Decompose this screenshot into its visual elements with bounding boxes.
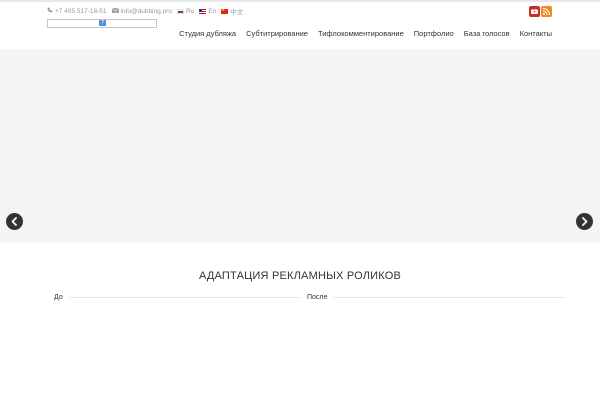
after-column-header: После [307,294,566,301]
chevron-right-icon [582,217,588,226]
slider-next-button[interactable] [576,213,593,230]
us-flag-icon [199,8,207,14]
nav-item-portfolio[interactable]: Портфолио [414,29,454,38]
nav-item-contacts[interactable]: Контакты [520,29,552,38]
language-en[interactable]: En [199,8,216,15]
contact-info: +7 495 517-18-51 info@dubbing.pro Ru En … [47,6,248,16]
section-title: АДАПТАЦИЯ РЕКЛАМНЫХ РОЛИКОВ [198,270,402,282]
mail-icon [111,7,119,15]
language-label: En [208,7,217,15]
logo-placeholder-icon: ? [99,20,106,26]
rss-icon[interactable] [541,6,552,17]
phone-icon [47,7,53,15]
language-cn[interactable]: 中文 [221,6,243,16]
nav-item-subtitling[interactable]: Субтитрирование [246,29,308,38]
slider-prev-button[interactable] [6,213,23,230]
chevron-left-icon [11,217,17,226]
nav-item-voice-database[interactable]: База голосов [464,29,510,38]
ru-flag-icon [176,8,184,14]
email-link[interactable]: info@dubbing.pro [121,8,172,15]
language-label: Ru [185,7,195,15]
hero-slider [0,49,600,243]
divider [68,297,300,298]
language-ru[interactable]: Ru [176,7,195,15]
site-logo[interactable]: ? [47,19,157,28]
main-nav: Студия дубляжа Субтитрирование Тифлокомм… [169,29,552,38]
youtube-icon[interactable] [529,6,540,17]
before-column-header: До [54,294,300,301]
phone-number[interactable]: +7 495 517-18-51 [55,8,107,15]
cn-flag-icon [221,8,229,14]
after-label: После [307,294,328,301]
divider [333,297,566,298]
top-bar: +7 495 517-18-51 info@dubbing.pro Ru En … [0,0,600,18]
language-label: 中文 [230,9,244,16]
nav-item-audio-description[interactable]: Тифлокомментирование [318,29,404,38]
nav-item-dubbing-studio[interactable]: Студия дубляжа [179,29,236,38]
before-label: До [54,294,63,301]
